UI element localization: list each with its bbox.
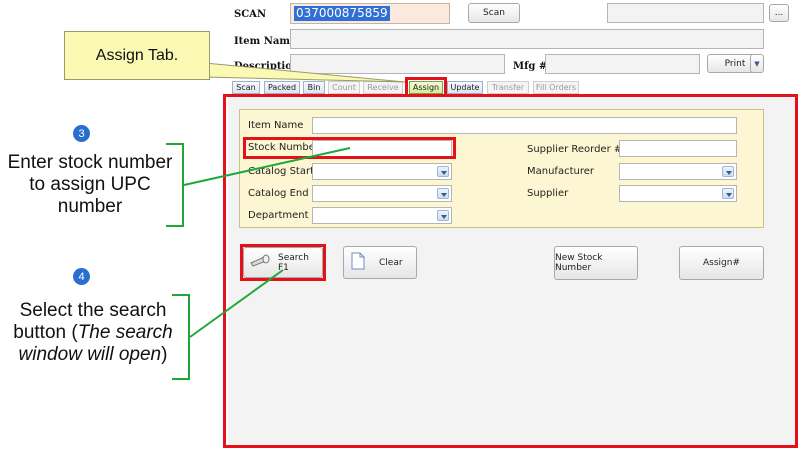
connector-lines [183, 147, 351, 338]
